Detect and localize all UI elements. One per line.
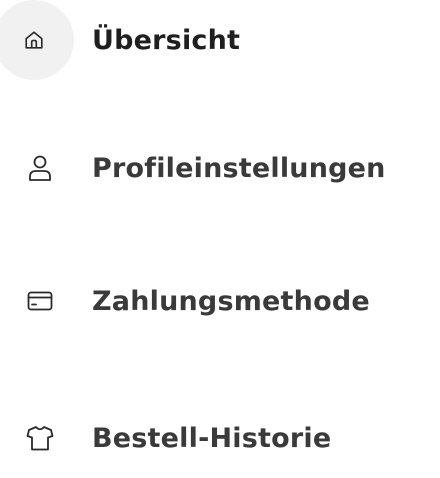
nav-item-label: Profileinstellungen xyxy=(92,152,386,184)
nav-item-payment-method[interactable]: Zahlungsmethode xyxy=(0,261,440,341)
nav-item-overview[interactable]: Übersicht xyxy=(0,0,440,80)
nav-item-label: Bestell-Historie xyxy=(92,422,332,454)
user-icon xyxy=(0,128,80,208)
credit-card-icon xyxy=(0,261,80,341)
nav-item-profile-settings[interactable]: Profileinstellungen xyxy=(0,128,440,208)
shirt-icon xyxy=(0,398,80,478)
nav-item-order-history[interactable]: Bestell-Historie xyxy=(0,398,440,478)
nav-item-label: Zahlungsmethode xyxy=(92,285,370,317)
nav-item-label: Übersicht xyxy=(92,24,241,56)
home-icon xyxy=(0,0,74,80)
account-sidebar-nav: Übersicht Profileinstellungen Zahlungsme… xyxy=(0,0,440,460)
